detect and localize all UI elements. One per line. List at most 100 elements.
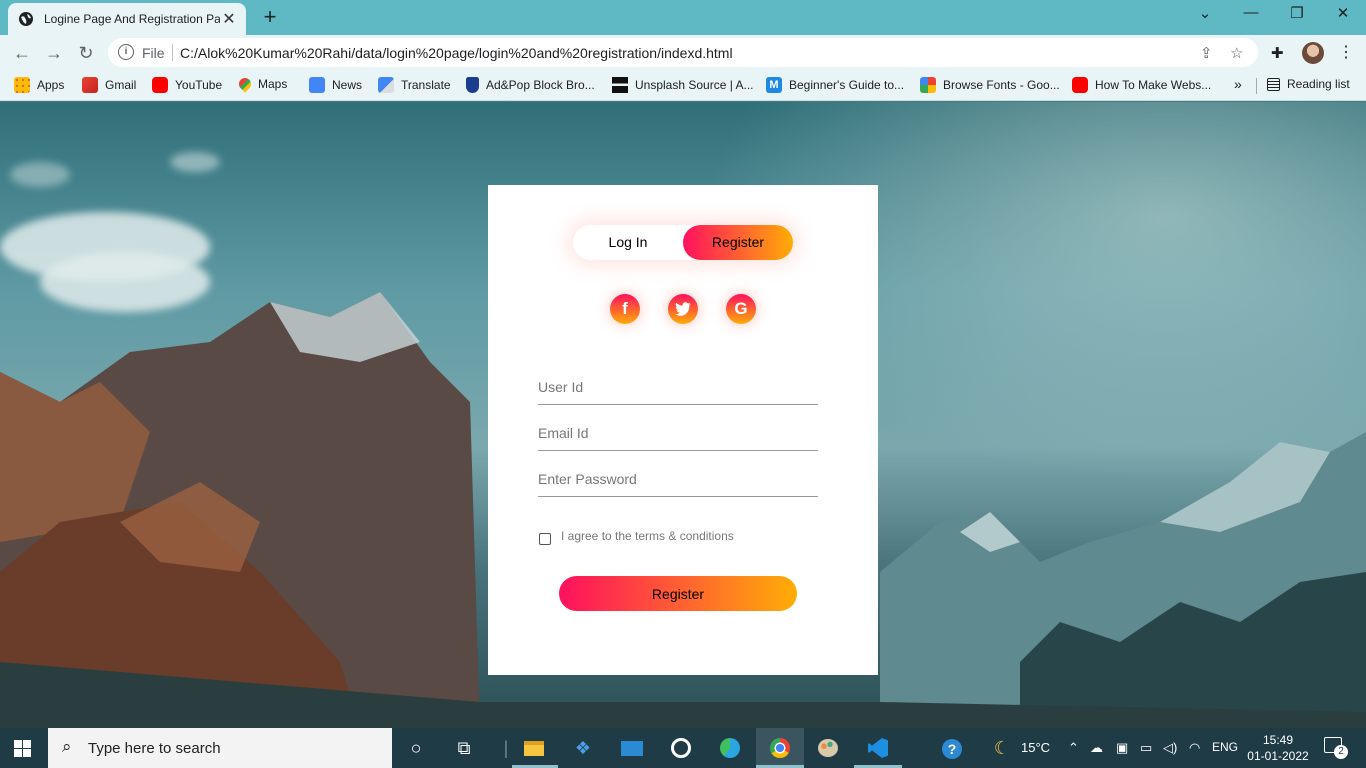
windows-taskbar: ⌕ Type here to search ○ ⧉ | ❖ ? ☾ 15°C ⌃… (0, 728, 1366, 768)
bookmark-label: Gmail (105, 78, 137, 92)
apps-grid-icon (14, 77, 30, 93)
wifi-icon[interactable]: ◠ (1189, 740, 1200, 756)
youtube-icon (1072, 77, 1088, 93)
file-explorer-icon[interactable] (522, 736, 546, 760)
volume-icon[interactable]: ◁) (1163, 740, 1177, 756)
password-field[interactable] (538, 461, 818, 497)
news-icon (309, 77, 325, 93)
bookmark-apps[interactable]: Apps (14, 77, 64, 93)
bookmark-news[interactable]: News (309, 77, 362, 93)
weather-temperature[interactable]: 15°C (1021, 740, 1050, 755)
task-view-icon[interactable]: ⧉ (452, 736, 476, 760)
weather-moon-icon[interactable]: ☾ (990, 736, 1014, 760)
unsplash-icon (612, 77, 628, 93)
bookmark-beginners-guide[interactable]: M Beginner's Guide to... (766, 77, 904, 93)
cortana-icon[interactable]: ○ (404, 736, 428, 760)
bookmark-label: Browse Fonts - Goo... (943, 78, 1060, 92)
bookmark-label: How To Make Webs... (1095, 78, 1212, 92)
chrome-icon[interactable] (768, 736, 792, 760)
gmail-icon (82, 77, 98, 93)
globe-icon (19, 12, 33, 26)
windows-start-button[interactable] (14, 740, 31, 757)
address-bar[interactable]: i File C:/Alok%20Kumar%20Rahi/data/login… (108, 38, 1258, 67)
bookmarks-bar: Apps Gmail YouTube Maps News Translate A… (0, 70, 1366, 101)
reload-button[interactable]: ↻ (74, 41, 98, 65)
share-icon[interactable]: ⇪ (1200, 44, 1213, 62)
search-placeholder: Type here to search (88, 740, 221, 757)
taskbar-search-box[interactable]: ⌕ Type here to search (48, 728, 392, 768)
notification-count: 2 (1334, 745, 1348, 759)
browser-tab[interactable]: Logine Page And Registration Page ✕ (8, 3, 246, 35)
reading-list-icon (1267, 77, 1280, 91)
battery-icon[interactable]: ▭ (1140, 740, 1152, 756)
shield-icon (466, 77, 479, 93)
bookmark-star-icon[interactable]: ☆ (1230, 44, 1243, 62)
close-window-button[interactable]: ✕ (1320, 4, 1366, 22)
edge-icon[interactable] (718, 736, 742, 760)
vscode-icon[interactable] (866, 736, 890, 760)
clock-time: 15:49 (1262, 733, 1294, 747)
facebook-icon[interactable]: f (610, 294, 640, 324)
display-icon[interactable]: ▣ (1116, 740, 1128, 756)
search-icon: ⌕ (62, 737, 72, 756)
extensions-puzzle-icon[interactable]: ✚ (1271, 44, 1284, 62)
omnibox-divider (172, 44, 173, 61)
github-desktop-icon[interactable] (669, 736, 693, 760)
terms-label: I agree to the terms & conditions (561, 529, 734, 543)
url-text[interactable]: C:/Alok%20Kumar%20Rahi/data/login%20page… (180, 45, 733, 61)
email-field[interactable] (538, 415, 818, 451)
reading-list-button[interactable]: Reading list (1267, 77, 1350, 91)
bookmark-unsplash[interactable]: Unsplash Source | A... (612, 77, 754, 93)
clock-date: 01-01-2022 (1247, 749, 1309, 763)
close-tab-icon[interactable]: ✕ (222, 9, 236, 29)
bookmark-translate[interactable]: Translate (378, 77, 451, 93)
notifications-icon[interactable]: 2 (1324, 737, 1348, 759)
user-id-field[interactable] (538, 369, 818, 405)
google-icon[interactable]: G (726, 294, 756, 324)
bookmark-youtube[interactable]: YouTube (152, 77, 222, 93)
fonts-icon (920, 77, 936, 93)
taskbar-divider: | (503, 738, 509, 758)
terms-checkbox[interactable] (539, 533, 551, 545)
dropbox-icon[interactable]: ❖ (571, 736, 595, 760)
paint-icon[interactable] (816, 736, 840, 760)
help-icon[interactable]: ? (940, 736, 964, 760)
menu-kebab-icon[interactable]: ⋮ (1338, 42, 1354, 62)
bookmark-maps[interactable]: Maps (236, 75, 287, 93)
bookmark-how-to-make[interactable]: How To Make Webs... (1072, 77, 1211, 93)
register-submit-button[interactable]: Register (559, 576, 797, 611)
facebook-glyph: f (622, 299, 628, 318)
twitter-bird-icon (675, 302, 691, 316)
reading-list-label: Reading list (1287, 77, 1350, 91)
show-hidden-icons-chevron[interactable]: ⌃ (1068, 740, 1079, 756)
bookmark-gmail[interactable]: Gmail (82, 77, 136, 93)
toggle-login-button[interactable]: Log In (573, 225, 683, 260)
bookmark-label: YouTube (175, 78, 223, 92)
forward-button[interactable]: → (42, 41, 66, 65)
bookmark-adpop[interactable]: Ad&Pop Block Bro... (466, 77, 595, 93)
maps-icon (236, 75, 254, 93)
minimize-button[interactable]: — (1228, 4, 1274, 21)
m-icon: M (766, 77, 782, 93)
youtube-icon (152, 77, 168, 93)
twitter-icon[interactable] (668, 294, 698, 324)
info-icon[interactable]: i (118, 44, 134, 60)
new-tab-button[interactable]: + (258, 4, 282, 30)
onedrive-cloud-icon[interactable]: ☁ (1090, 740, 1103, 756)
mail-icon[interactable] (620, 736, 644, 760)
google-glyph: G (734, 299, 748, 318)
language-indicator[interactable]: ENG (1212, 740, 1238, 754)
taskbar-clock[interactable]: 15:49 01-01-2022 (1244, 732, 1312, 764)
bookmark-browse-fonts[interactable]: Browse Fonts - Goo... (920, 77, 1060, 93)
login-register-toggle: Log In Register (573, 225, 793, 260)
restore-button[interactable]: ❐ (1274, 4, 1320, 22)
toggle-register-button[interactable]: Register (683, 225, 793, 260)
browser-titlebar: Logine Page And Registration Page ✕ + ⌄ … (0, 0, 1366, 35)
translate-icon (378, 77, 394, 93)
back-button[interactable]: ← (10, 41, 34, 65)
tab-search-icon[interactable]: ⌄ (1182, 4, 1228, 22)
bookmark-label: Beginner's Guide to... (789, 78, 905, 92)
profile-avatar[interactable] (1302, 42, 1324, 64)
bookmark-label: Unsplash Source | A... (635, 78, 754, 92)
more-bookmarks-icon[interactable]: » (1234, 76, 1242, 92)
